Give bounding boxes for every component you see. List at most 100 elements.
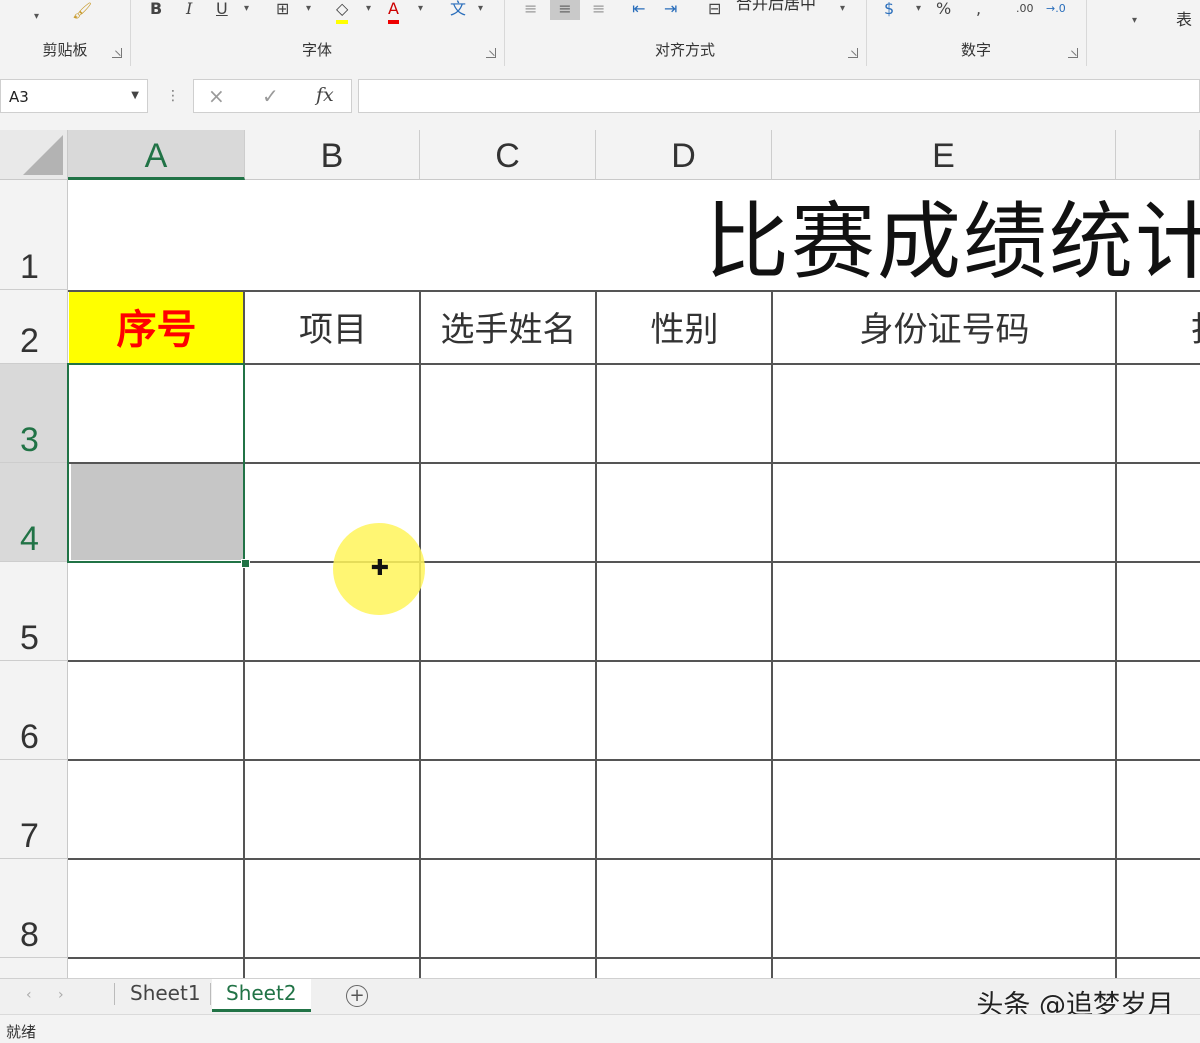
sheet-tab-sheet1[interactable]: Sheet1 bbox=[116, 979, 215, 1009]
name-box-value: A3 bbox=[9, 88, 29, 106]
column-header-b[interactable]: B bbox=[245, 130, 420, 180]
table-border bbox=[68, 290, 1200, 292]
fill-handle[interactable] bbox=[241, 559, 250, 568]
merge-icon[interactable]: ⊟ bbox=[708, 0, 721, 20]
table-border bbox=[419, 290, 421, 978]
row-header-8[interactable]: 8 bbox=[0, 859, 68, 958]
bold-button[interactable]: B bbox=[150, 0, 162, 20]
styles-dropdown-icon[interactable]: ▾ bbox=[1132, 12, 1137, 32]
number-launcher-icon[interactable] bbox=[1068, 48, 1078, 58]
row-header-3[interactable]: 3 bbox=[0, 364, 68, 463]
merge-center-button[interactable]: 合并后居中 bbox=[736, 0, 816, 12]
status-text: 就绪 bbox=[6, 1023, 37, 1041]
row-number: 7 bbox=[20, 817, 39, 855]
table-border bbox=[771, 290, 773, 978]
table-border bbox=[68, 759, 1200, 761]
prev-sheet-icon[interactable]: ‹ bbox=[26, 987, 32, 1003]
tab-separator bbox=[114, 983, 115, 1005]
decrease-decimal-icon[interactable]: →.0 bbox=[1046, 0, 1066, 20]
sheet-tab-bar: ‹ › Sheet1 Sheet2 + 头条 @追梦岁月 bbox=[0, 978, 1200, 1021]
border-dropdown-icon[interactable]: ▾ bbox=[306, 0, 311, 20]
align-center-icon[interactable]: ≡ bbox=[550, 0, 580, 20]
align-right-icon[interactable]: ≡ bbox=[592, 0, 605, 20]
phonetic-icon[interactable]: 文 bbox=[450, 0, 466, 20]
percent-button[interactable]: % bbox=[936, 0, 951, 20]
column-header-e[interactable]: E bbox=[772, 130, 1116, 180]
row-number: 8 bbox=[20, 916, 39, 954]
column-header-c[interactable]: C bbox=[420, 130, 596, 180]
spreadsheet-grid: A B C D E 1 2 3 4 5 6 7 8 比赛成绩统计 序号 项目 选… bbox=[0, 130, 1200, 978]
name-box[interactable]: A3 ▼ bbox=[0, 79, 148, 113]
increase-indent-icon[interactable]: ⇥ bbox=[664, 0, 677, 20]
phonetic-dropdown-icon[interactable]: ▾ bbox=[478, 0, 483, 20]
alignment-group-label: 对齐方式 bbox=[654, 41, 715, 59]
table-border bbox=[68, 858, 1200, 860]
row-number: 3 bbox=[20, 421, 39, 459]
header-cell-partial[interactable]: 打 bbox=[1117, 292, 1200, 364]
row-header-4[interactable]: 4 bbox=[0, 463, 68, 562]
border-icon[interactable]: ⊞ bbox=[276, 0, 289, 20]
header-cell-gender[interactable]: 性别 bbox=[597, 292, 772, 364]
number-group: $ ▾ % , .00 →.0 数字 bbox=[866, 0, 1087, 66]
selection-range[interactable] bbox=[67, 363, 245, 563]
increase-decimal-icon[interactable]: .00 bbox=[1016, 0, 1034, 20]
next-sheet-icon[interactable]: › bbox=[58, 987, 64, 1003]
formula-input[interactable] bbox=[358, 79, 1200, 113]
row-number: 4 bbox=[20, 520, 39, 558]
alignment-launcher-icon[interactable] bbox=[848, 48, 858, 58]
currency-dropdown-icon[interactable]: ▾ bbox=[916, 0, 921, 20]
name-box-dropdown-icon[interactable]: ▼ bbox=[131, 90, 139, 101]
select-all-corner[interactable] bbox=[0, 130, 68, 180]
font-group-label: 字体 bbox=[301, 41, 332, 59]
header-cell-player-name[interactable]: 选手姓名 bbox=[421, 292, 596, 364]
title-cell[interactable]: 比赛成绩统计 bbox=[68, 180, 1200, 290]
comma-style-button[interactable]: , bbox=[976, 0, 981, 20]
fill-color-icon[interactable]: ◇ bbox=[336, 0, 349, 24]
row-header-9[interactable] bbox=[0, 958, 68, 978]
clipboard-group: 🖌 ▾ 剪贴板 bbox=[0, 0, 131, 66]
header-cell-partial-text: 打 bbox=[1191, 292, 1200, 364]
table-border bbox=[68, 957, 1200, 959]
decrease-indent-icon[interactable]: ⇤ bbox=[632, 0, 645, 20]
sheet-tab-sheet2[interactable]: Sheet2 bbox=[212, 979, 311, 1012]
merge-dropdown-icon[interactable]: ▾ bbox=[840, 0, 845, 20]
font-launcher-icon[interactable] bbox=[486, 48, 496, 58]
header-cell-id-number[interactable]: 身份证号码 bbox=[773, 292, 1116, 364]
cancel-icon[interactable]: × bbox=[208, 84, 225, 108]
currency-format-icon[interactable]: $ bbox=[884, 0, 894, 20]
header-cell-item[interactable]: 项目 bbox=[246, 292, 420, 364]
underline-dropdown-icon[interactable]: ▾ bbox=[244, 0, 249, 20]
table-border bbox=[595, 290, 597, 978]
row-header-1[interactable]: 1 bbox=[0, 180, 68, 290]
font-color-dropdown-icon[interactable]: ▾ bbox=[418, 0, 423, 20]
number-group-label: 数字 bbox=[960, 41, 991, 59]
font-color-button[interactable]: A bbox=[388, 0, 399, 24]
clipboard-launcher-icon[interactable] bbox=[112, 48, 122, 58]
column-header-f[interactable] bbox=[1116, 130, 1200, 180]
insert-function-button[interactable]: fx bbox=[316, 84, 334, 106]
italic-button[interactable]: I bbox=[186, 0, 192, 20]
table-format-button[interactable]: 表 bbox=[1176, 12, 1192, 28]
row-number: 2 bbox=[20, 322, 39, 360]
column-header-a[interactable]: A bbox=[68, 130, 245, 180]
paste-dropdown-icon[interactable]: ▾ bbox=[34, 8, 39, 28]
row-header-7[interactable]: 7 bbox=[0, 760, 68, 859]
clipboard-group-label: 剪贴板 bbox=[42, 41, 88, 59]
underline-button[interactable]: U bbox=[216, 0, 228, 20]
row-header-6[interactable]: 6 bbox=[0, 661, 68, 760]
alignment-group: ≡ ≡ ≡ ⇤ ⇥ ⊟ 合并后居中 ▾ 对齐方式 bbox=[504, 0, 867, 66]
fill-color-dropdown-icon[interactable]: ▾ bbox=[366, 0, 371, 20]
align-left-icon[interactable]: ≡ bbox=[524, 0, 537, 20]
formula-buttons: × ✓ fx bbox=[193, 79, 352, 113]
format-painter-icon[interactable]: 🖌 bbox=[72, 2, 92, 22]
header-cell-serial[interactable]: 序号 bbox=[69, 292, 244, 364]
add-sheet-button[interactable]: + bbox=[346, 985, 368, 1007]
formula-bar-grip-icon[interactable]: ⋮ bbox=[166, 88, 180, 104]
row-header-2[interactable]: 2 bbox=[0, 290, 68, 364]
row-header-5[interactable]: 5 bbox=[0, 562, 68, 661]
column-header-d[interactable]: D bbox=[596, 130, 772, 180]
enter-icon[interactable]: ✓ bbox=[262, 84, 279, 108]
table-border bbox=[68, 660, 1200, 662]
row-number: 6 bbox=[20, 718, 39, 756]
sheet-title: 比赛成绩统计 bbox=[705, 193, 1200, 290]
